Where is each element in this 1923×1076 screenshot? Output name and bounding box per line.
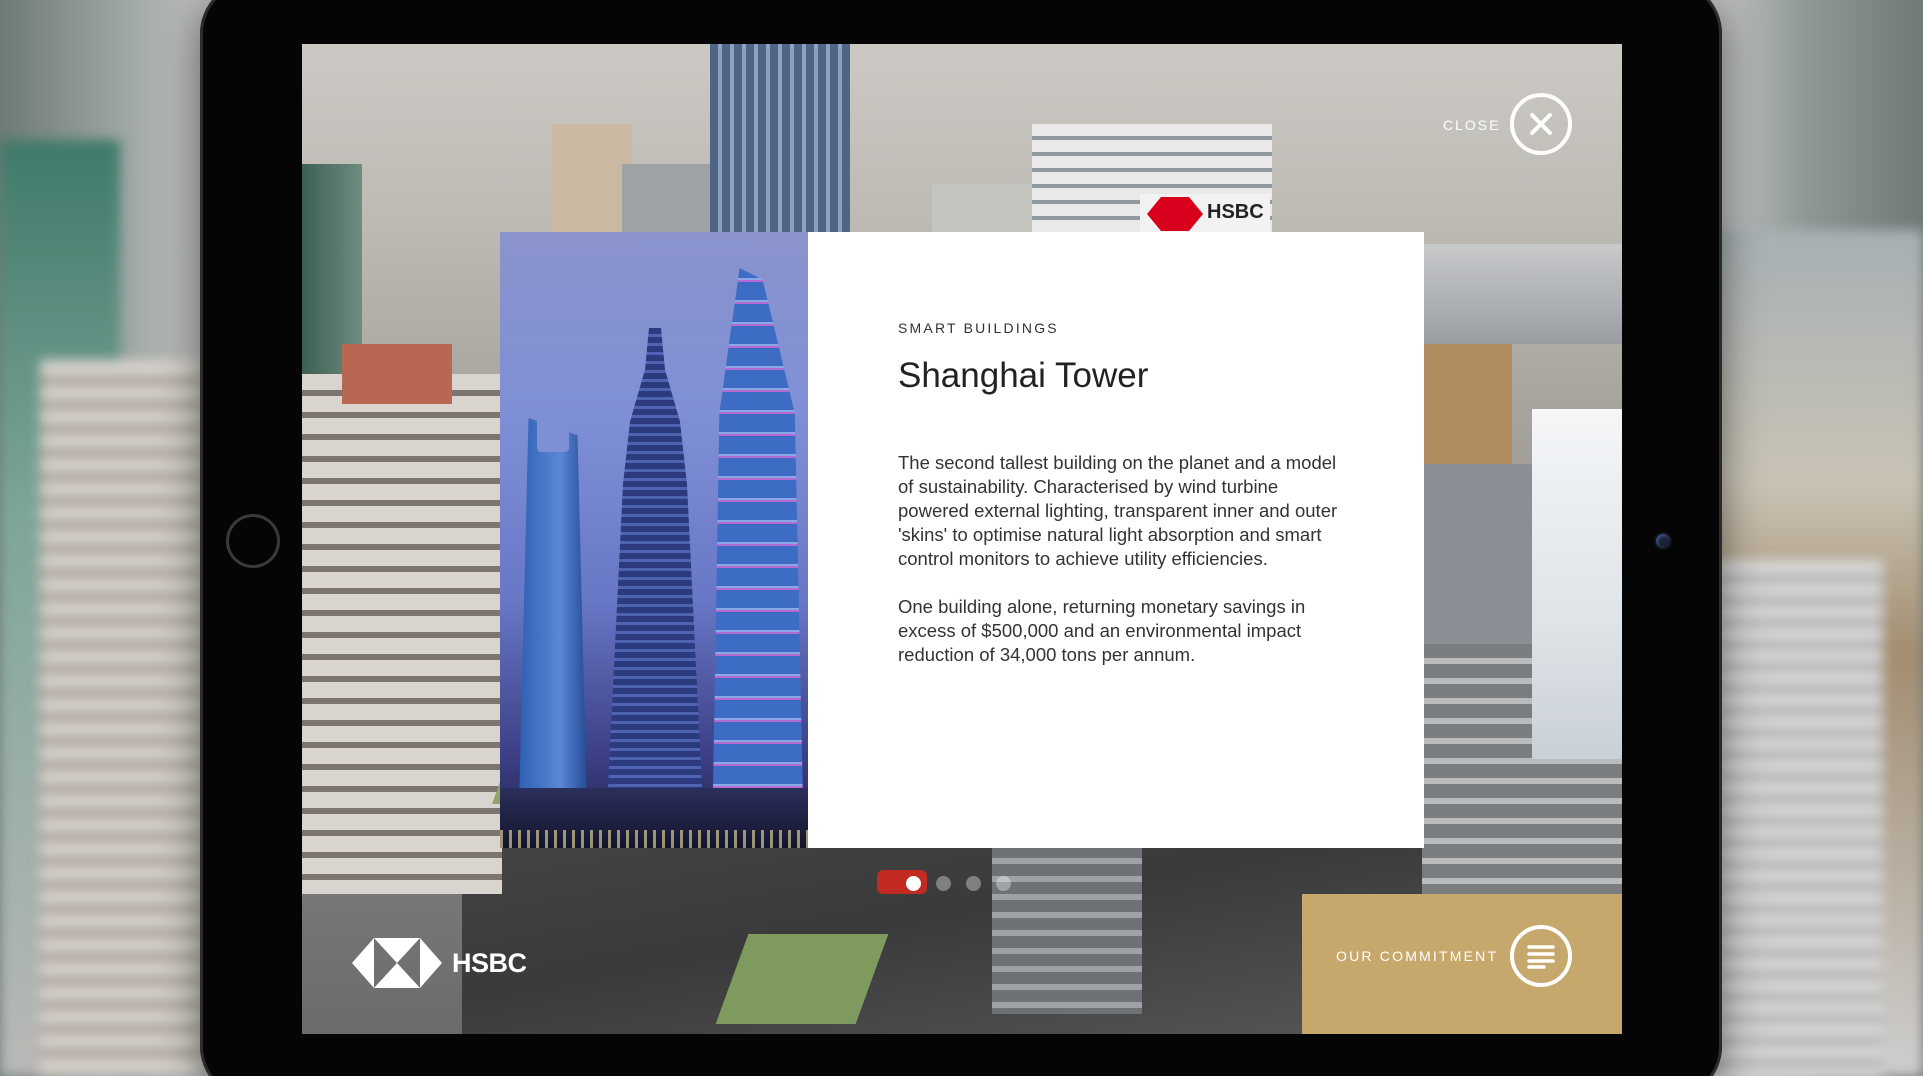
card-category: SMART BUILDINGS: [898, 320, 1059, 336]
scene-building: [1402, 244, 1622, 344]
card-content: SMART BUILDINGS Shanghai Tower The secon…: [808, 232, 1424, 848]
next-card-peek[interactable]: [1532, 409, 1622, 759]
tablet-camera: [1656, 534, 1670, 548]
pagination-dot[interactable]: [906, 876, 921, 891]
tower-illustration: [712, 268, 804, 848]
pagination-dots: [906, 876, 1011, 891]
scene-building: [342, 344, 452, 404]
scene-building: [1302, 894, 1622, 1034]
shanghai-skyline-image: [500, 232, 808, 848]
tablet-home-button: [226, 514, 280, 568]
scene-building: [302, 374, 502, 894]
hsbc-logo: HSBC: [352, 938, 527, 988]
our-commitment-label: OUR COMMITMENT: [1336, 948, 1499, 964]
close-icon: [1530, 113, 1552, 135]
hsbc-sign-text: HSBC: [1207, 201, 1264, 223]
pagination-dot[interactable]: [936, 876, 951, 891]
scene-building: [622, 164, 722, 234]
background-building: [1703, 560, 1883, 1076]
card-title: Shanghai Tower: [898, 356, 1149, 395]
our-commitment-button[interactable]: [1510, 925, 1572, 987]
scene-building: [1412, 464, 1532, 664]
hsbc-hexagon-logo-icon: [352, 938, 442, 988]
background-building: [40, 360, 200, 1076]
tower-illustration: [518, 418, 588, 848]
menu-icon: [1527, 945, 1555, 969]
scene-building: [552, 124, 632, 234]
logo-text: HSBC: [452, 947, 527, 978]
close-label: CLOSE: [1443, 117, 1501, 133]
tower-illustration: [605, 328, 705, 848]
card-paragraph: One building alone, returning monetary s…: [898, 596, 1306, 665]
close-button[interactable]: [1510, 93, 1572, 155]
tower-illustration: [537, 412, 569, 452]
pagination-dot[interactable]: [996, 876, 1011, 891]
city-lights-illustration: [500, 830, 808, 848]
pagination-dot[interactable]: [966, 876, 981, 891]
scene-building: [710, 44, 850, 234]
scene-building: [932, 184, 1032, 234]
info-card: SMART BUILDINGS Shanghai Tower The secon…: [500, 232, 1424, 848]
card-paragraph: The second tallest building on the plane…: [898, 452, 1338, 569]
